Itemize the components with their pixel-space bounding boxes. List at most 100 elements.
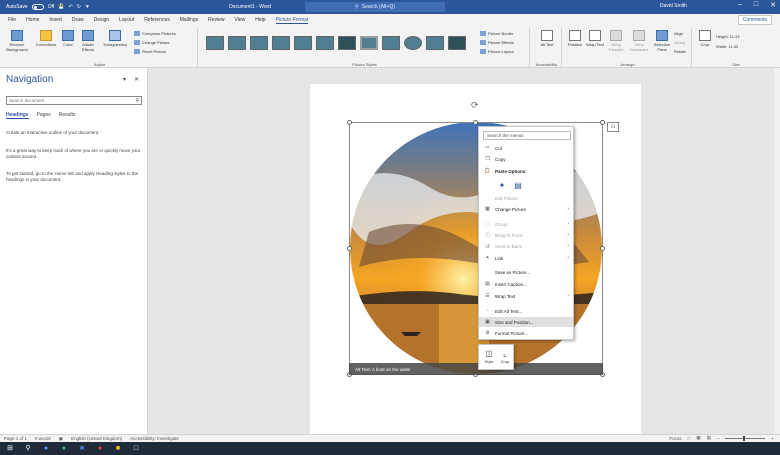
tab-review[interactable]: Review <box>208 17 224 23</box>
artistic-effects-button[interactable]: Artistic Effects <box>78 30 98 52</box>
zoom-out-icon[interactable]: – <box>717 436 720 441</box>
navigation-search-input[interactable]: Search document ⚲ <box>6 96 142 105</box>
autosave-toggle[interactable] <box>31 4 44 10</box>
tab-draw[interactable]: Draw <box>72 17 84 23</box>
menu-item-size-and-position[interactable]: ▣ Size and Position... <box>479 317 573 327</box>
picture-style-thumb[interactable] <box>316 36 334 50</box>
save-icon[interactable]: 💾 <box>58 4 64 10</box>
tab-help[interactable]: Help <box>255 17 265 23</box>
tab-mailings[interactable]: Mailings <box>180 17 198 23</box>
picture-style-thumb[interactable] <box>382 36 400 50</box>
menu-item-save-as-picture[interactable]: Save as Picture... <box>479 267 573 277</box>
picture-style-thumb[interactable] <box>206 36 224 50</box>
resize-handle[interactable] <box>347 120 352 125</box>
menu-item-link[interactable]: ⚭ Link › <box>479 253 573 263</box>
picture-style-thumb[interactable] <box>338 36 356 50</box>
restore-icon[interactable]: □ <box>754 1 758 9</box>
tab-view[interactable]: View <box>235 17 246 23</box>
app-window-icon[interactable]: □ <box>132 445 140 453</box>
menu-item-cut[interactable]: ✂ Cut <box>479 143 573 153</box>
zoom-slider-thumb[interactable] <box>743 435 746 441</box>
selection-pane-button[interactable]: Selection Pane <box>652 30 672 52</box>
bring-forward-button[interactable]: Bring Forward <box>606 30 626 52</box>
zoom-in-icon[interactable]: + <box>771 436 774 441</box>
menu-item-change-picture[interactable]: ▦ Change Picture › <box>479 204 573 214</box>
search-icon[interactable]: ⚲ <box>24 445 32 453</box>
menu-item-copy[interactable]: ❐ Copy <box>479 154 573 164</box>
rotate-button[interactable]: Rotate <box>674 49 686 54</box>
close-icon[interactable]: ✕ <box>134 76 139 83</box>
menu-item-format-picture[interactable]: ⚙ Format Picture... <box>479 328 573 338</box>
undo-icon[interactable]: ↶ <box>69 4 73 10</box>
picture-style-thumb[interactable] <box>404 36 422 50</box>
picture-style-thumb[interactable] <box>250 36 268 50</box>
windows-start-icon[interactable]: ⊞ <box>6 445 14 453</box>
remove-background-button[interactable]: Remove Background <box>4 30 30 52</box>
picture-style-thumb[interactable] <box>228 36 246 50</box>
resize-handle[interactable] <box>600 120 605 125</box>
minimize-icon[interactable]: – <box>738 1 742 9</box>
picture-style-thumb[interactable] <box>294 36 312 50</box>
word-icon[interactable]: ■ <box>78 445 86 453</box>
height-field[interactable]: Height: 11.43 <box>716 34 740 39</box>
change-picture-button[interactable]: Change Picture <box>134 40 170 45</box>
resize-handle[interactable] <box>600 246 605 251</box>
file-explorer-icon[interactable]: ■ <box>114 445 122 453</box>
tab-home[interactable]: Home <box>26 17 39 23</box>
read-mode-icon[interactable]: □ <box>688 436 691 441</box>
language-status[interactable]: English (United Kingdom) <box>71 436 122 441</box>
picture-style-thumb[interactable] <box>448 36 466 50</box>
crop-button[interactable]: ⌞ Crop <box>498 348 512 364</box>
menu-item-edit-alt-text[interactable]: ▫ Edit Alt Text... <box>479 306 573 316</box>
picture-style-thumb[interactable] <box>426 36 444 50</box>
tab-references[interactable]: References <box>144 17 170 23</box>
position-button[interactable]: Position <box>566 30 584 47</box>
picture-style-thumb[interactable] <box>272 36 290 50</box>
paste-keep-format-icon[interactable]: ✦ <box>497 181 507 191</box>
vertical-scrollbar[interactable] <box>774 68 780 434</box>
tab-design[interactable]: Design <box>94 17 110 23</box>
word-count[interactable]: 0 words <box>35 436 51 441</box>
picture-layout-button[interactable]: Picture Layout <box>480 49 514 54</box>
tab-picture-format[interactable]: Picture Format <box>275 17 309 24</box>
proofing-icon[interactable]: ▣ <box>59 436 63 442</box>
user-name[interactable]: David Smith <box>660 3 687 9</box>
corrections-button[interactable]: Corrections <box>34 30 58 47</box>
reset-picture-button[interactable]: Reset Picture <box>134 49 166 54</box>
tab-insert[interactable]: Insert <box>49 17 62 23</box>
focus-button[interactable]: Focus <box>669 436 681 441</box>
paste-picture-icon[interactable]: ▤ <box>513 181 523 191</box>
chevron-down-icon[interactable]: ▾ <box>123 76 126 83</box>
menu-item-wrap-text[interactable]: ☰ Wrap Text › <box>479 291 573 301</box>
redo-icon[interactable]: ↻ <box>77 4 81 10</box>
tab-file[interactable]: File <box>8 17 16 23</box>
page-count[interactable]: Page 1 of 1 <box>4 436 27 441</box>
transparency-button[interactable]: Transparency <box>100 30 130 47</box>
style-button[interactable]: ◫ Style <box>482 348 496 364</box>
color-button[interactable]: Color <box>60 30 76 47</box>
print-layout-icon[interactable]: ▦ <box>696 435 700 441</box>
picture-style-thumb[interactable] <box>360 36 378 50</box>
tab-results[interactable]: Results <box>59 112 76 119</box>
rotate-handle-icon[interactable]: ⟳ <box>471 101 480 110</box>
tab-layout[interactable]: Layout <box>119 17 134 23</box>
picture-effects-button[interactable]: Picture Effects <box>480 40 514 45</box>
store-icon[interactable]: ● <box>60 445 68 453</box>
resize-handle[interactable] <box>473 120 478 125</box>
alt-text-button[interactable]: Alt Text <box>538 30 556 47</box>
tab-pages[interactable]: Pages <box>37 112 51 119</box>
width-field[interactable]: Width: 11.43 <box>716 44 738 49</box>
align-button[interactable]: Align <box>674 31 683 36</box>
comments-button[interactable]: Comments <box>737 15 772 25</box>
app-icon[interactable]: ● <box>96 445 104 453</box>
compress-pictures-button[interactable]: Compress Pictures <box>134 31 176 36</box>
close-icon[interactable]: ✕ <box>770 1 776 9</box>
send-backward-button[interactable]: Send Backward <box>628 30 650 52</box>
edge-icon[interactable]: ● <box>42 445 50 453</box>
zoom-slider[interactable] <box>725 435 766 441</box>
search-icon[interactable]: ⚲ <box>135 98 141 104</box>
layout-options-icon[interactable]: ⌂ <box>607 122 619 132</box>
context-menu-search[interactable]: Search the menus <box>483 131 571 140</box>
menu-item-insert-caption[interactable]: ▤ Insert Caption... <box>479 279 573 289</box>
wrap-text-button[interactable]: Wrap Text <box>586 30 604 47</box>
